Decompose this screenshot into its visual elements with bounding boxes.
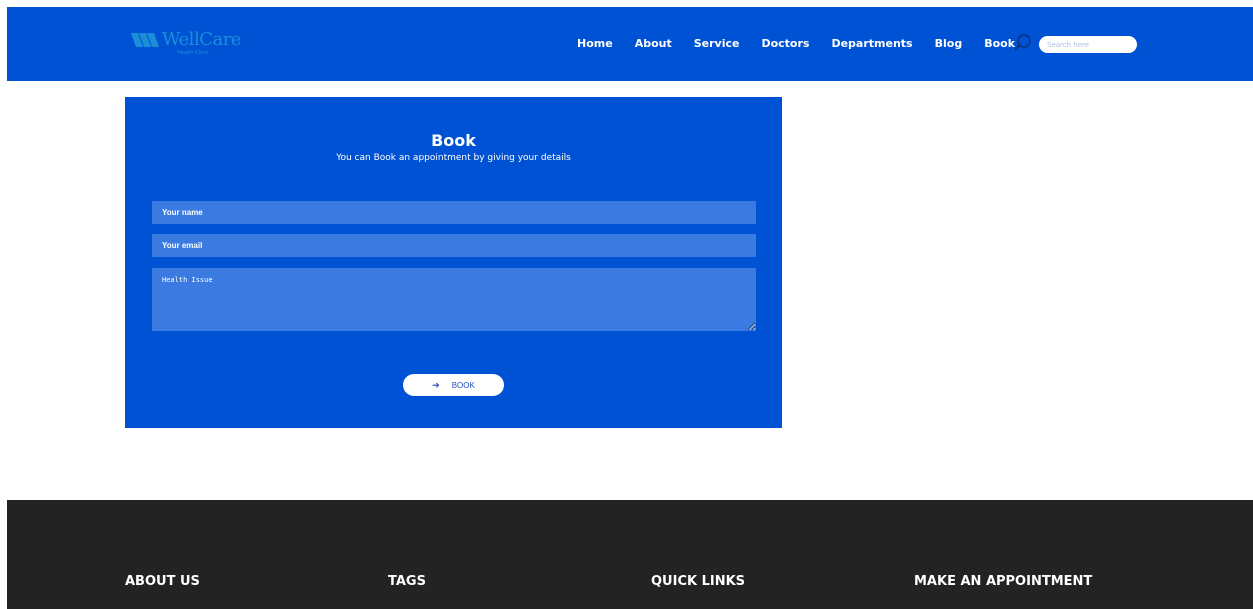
search-input[interactable] [1039, 36, 1137, 53]
footer-heading-tags: TAGS [388, 574, 426, 589]
health-issue-textarea[interactable] [152, 268, 756, 331]
nav-about[interactable]: About [635, 37, 672, 51]
nav-book[interactable]: Book [984, 37, 1015, 51]
main-nav: Home About Service Doctors Departments B… [577, 37, 1037, 51]
footer-heading-appointment: MAKE AN APPOINTMENT [914, 574, 1093, 589]
nav-blog[interactable]: Blog [935, 37, 963, 51]
email-input[interactable] [152, 234, 756, 257]
site-header: WellCare Health Clinic Home About Servic… [7, 7, 1253, 81]
book-button[interactable]: ➔ BOOK [403, 374, 504, 396]
logo-subtext: Health Clinic [177, 50, 209, 56]
name-input[interactable] [152, 201, 756, 224]
nav-home[interactable]: Home [577, 37, 613, 51]
booking-subtitle: You can Book an appointment by giving yo… [336, 153, 571, 163]
logo-text: WellCare [162, 29, 241, 50]
nav-service[interactable]: Service [694, 37, 740, 51]
booking-card: Book You can Book an appointment by givi… [125, 97, 782, 428]
logo[interactable]: WellCare Health Clinic [131, 29, 241, 56]
arrow-right-icon: ➔ [432, 379, 440, 390]
search-icon[interactable] [1013, 33, 1033, 53]
nav-departments[interactable]: Departments [831, 37, 912, 51]
nav-doctors[interactable]: Doctors [761, 37, 809, 51]
logo-mark-icon [131, 33, 159, 47]
site-footer: ABOUT US TAGS QUICK LINKS MAKE AN APPOIN… [7, 500, 1253, 609]
book-button-label: BOOK [451, 380, 475, 390]
booking-title: Book [431, 131, 476, 150]
footer-heading-about: ABOUT US [125, 574, 200, 589]
footer-heading-quick-links: QUICK LINKS [651, 574, 746, 589]
